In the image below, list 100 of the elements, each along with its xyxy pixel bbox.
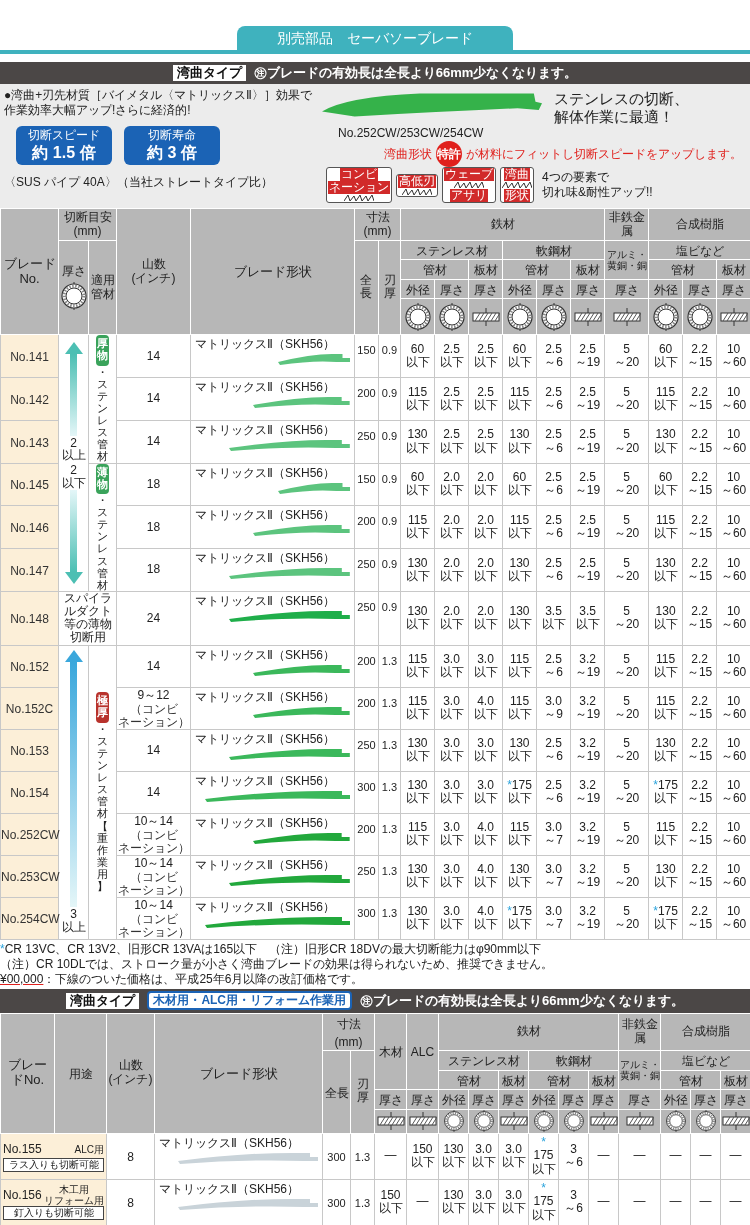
column-header: 厚さ — [561, 1093, 586, 1108]
table-cell-text: 3.0 以下 — [438, 736, 465, 764]
tooth-count: 14 — [145, 348, 162, 364]
table-cell-text: 115 以下 — [652, 514, 679, 541]
table-cell-text: 115 以下 — [506, 694, 533, 722]
table-cell-text: 115 以下 — [652, 694, 679, 722]
plate-icon — [471, 307, 500, 326]
table-cell-text: 115 以下 — [506, 820, 533, 848]
tooth-count: 10～14 — [133, 898, 174, 913]
table-cell-text: 2.2 ～15 — [685, 428, 714, 455]
column-header: 厚さ — [471, 1093, 496, 1108]
table-cell: 0.9 — [381, 472, 398, 485]
column-header: (インチ) — [107, 1073, 154, 1087]
table-cell-text: 10 ～60 — [719, 694, 748, 722]
usage-label: 木工用 — [59, 1184, 89, 1196]
table-cell-text: 4.0 以下 — [472, 862, 499, 890]
table-cell-text: 10 ～60 — [719, 904, 748, 932]
table-cell: 300 — [357, 780, 376, 793]
table-cell: 1.3 — [381, 864, 398, 877]
blade-material: マトリックスⅡ（SKH56） — [195, 593, 337, 609]
table-cell: 1.3 — [381, 906, 398, 919]
table-cell: 0.9 — [381, 386, 398, 399]
table-cell: 200 — [357, 386, 376, 399]
table-cell-text: 2.5 ～6 — [543, 471, 564, 498]
tooth-note: （コンビ — [129, 829, 179, 842]
blade-number: No.154 — [10, 786, 49, 801]
table-cell-text: — — [632, 1149, 647, 1163]
table-cell: 250 — [357, 558, 376, 571]
column-header: 厚さ — [61, 264, 86, 279]
table-cell-text: 130 以下 — [506, 556, 533, 584]
table-cell-text: 2.5 以下 — [438, 385, 465, 413]
column-header: 厚さ — [627, 1093, 652, 1108]
table-cell-text: 2.5 ～6 — [543, 514, 564, 541]
table-cell-text: 2.5 以下 — [472, 342, 499, 370]
blade-material: マトリックスⅡ（SKH56） — [195, 857, 337, 873]
table-cell-text: 3.0 以下 — [472, 736, 499, 764]
tooth-count: 14 — [145, 434, 162, 450]
table-cell-text: — — [596, 1195, 611, 1209]
blade-material: マトリックスⅡ（SKH56） — [195, 508, 337, 524]
table-cell-text: 130 以下 — [440, 1188, 467, 1216]
column-header: 山数 — [117, 1059, 144, 1074]
column-header: 合成樹脂 — [674, 217, 725, 232]
column-header: 鉄材 — [489, 217, 516, 232]
plate-icon — [612, 307, 641, 326]
table-cell-text: *175 以下 — [506, 778, 533, 806]
thickness-label: 2 以下 — [61, 463, 86, 491]
column-header: ステンレス材 — [447, 1054, 520, 1069]
saw-tooth-icon — [402, 187, 432, 196]
column-header: 管材 — [524, 263, 549, 278]
tooth-note: ネーション） — [117, 883, 190, 897]
pipe-icon — [403, 302, 432, 331]
table-cell-text: 4.0 以下 — [472, 820, 499, 848]
usage-label: リフォーム用 — [44, 1195, 104, 1207]
blade-number: No.253CW — [1, 870, 60, 885]
table-cell-text: 10 ～60 — [719, 652, 748, 680]
blade-number: No.254CW — [1, 912, 60, 927]
usage-tag: 木材用・ALC用・リフォーム作業用 — [147, 991, 353, 1011]
table-cell-text: 3.0 以下 — [470, 1188, 497, 1216]
column-header: 板材 — [501, 1073, 526, 1088]
tooth-count: 10～14 — [133, 856, 174, 871]
feature-label: 形状 — [504, 189, 530, 203]
usage-note: 釘入りも切断可能 — [3, 1206, 104, 1221]
table-cell-text: 5 ～20 — [612, 694, 641, 722]
table-cell: 300 — [357, 906, 376, 919]
table-cell-text: 115 以下 — [506, 652, 533, 680]
table-cell: 0.9 — [381, 515, 398, 528]
table-cell-text: 130 以下 — [506, 428, 533, 455]
table-cell-text: 2.0 以下 — [438, 471, 465, 498]
tooth-count: 24 — [145, 610, 162, 626]
table-cell-text: 2.2 ～15 — [685, 778, 714, 806]
blade-number: No.143 — [10, 435, 49, 450]
stat-badge: 切断スピード 約 1.5 倍 — [16, 126, 112, 165]
table-cell-text: 3 ～6 — [563, 1188, 584, 1216]
table-cell-text: 130 以下 — [506, 605, 533, 632]
table-cell: 250 — [357, 864, 376, 877]
table-cell-text: 2.5 ～19 — [573, 428, 602, 455]
table-cell-text: 3.2 ～19 — [573, 820, 602, 848]
blade-material: マトリックスⅡ（SKH56） — [195, 422, 337, 438]
column-header: 板材 — [591, 1073, 616, 1088]
table-cell-text: 130 以下 — [652, 862, 679, 890]
blade-material: マトリックスⅡ（SKH56） — [195, 815, 337, 831]
blade-caption: No.252CW/253CW/254CW — [338, 126, 485, 141]
table-cell-text: 5 ～20 — [612, 862, 641, 890]
table-cell-text: 60 以下 — [404, 342, 431, 370]
pipe-type-label: ・ステンレス管材 — [96, 365, 109, 463]
tooth-count: 18 — [145, 476, 162, 492]
tooth-count: 8 — [127, 1196, 134, 1211]
pipe-icon — [539, 302, 568, 331]
blade-number: No.153 — [10, 744, 49, 759]
column-header: 軟鋼材 — [535, 244, 572, 258]
table-cell-text: 4.0 以下 — [472, 904, 499, 932]
table-cell-text: *175 以下 — [652, 904, 679, 932]
column-header: 板材 — [721, 263, 746, 278]
table-cell-text: 2.0 以下 — [472, 471, 499, 498]
table-cell-text: 10 ～60 — [719, 556, 748, 584]
table-cell-text: 130 以下 — [404, 556, 431, 584]
tooth-note: （コンビ — [129, 913, 179, 926]
table-cell-text: 2.5 以下 — [438, 342, 465, 370]
intro-text: ●湾曲+刃先材質［バイメタル〈マトリックスⅡ〉］効果で — [4, 88, 314, 103]
table-cell-text: 5 ～20 — [612, 471, 641, 498]
